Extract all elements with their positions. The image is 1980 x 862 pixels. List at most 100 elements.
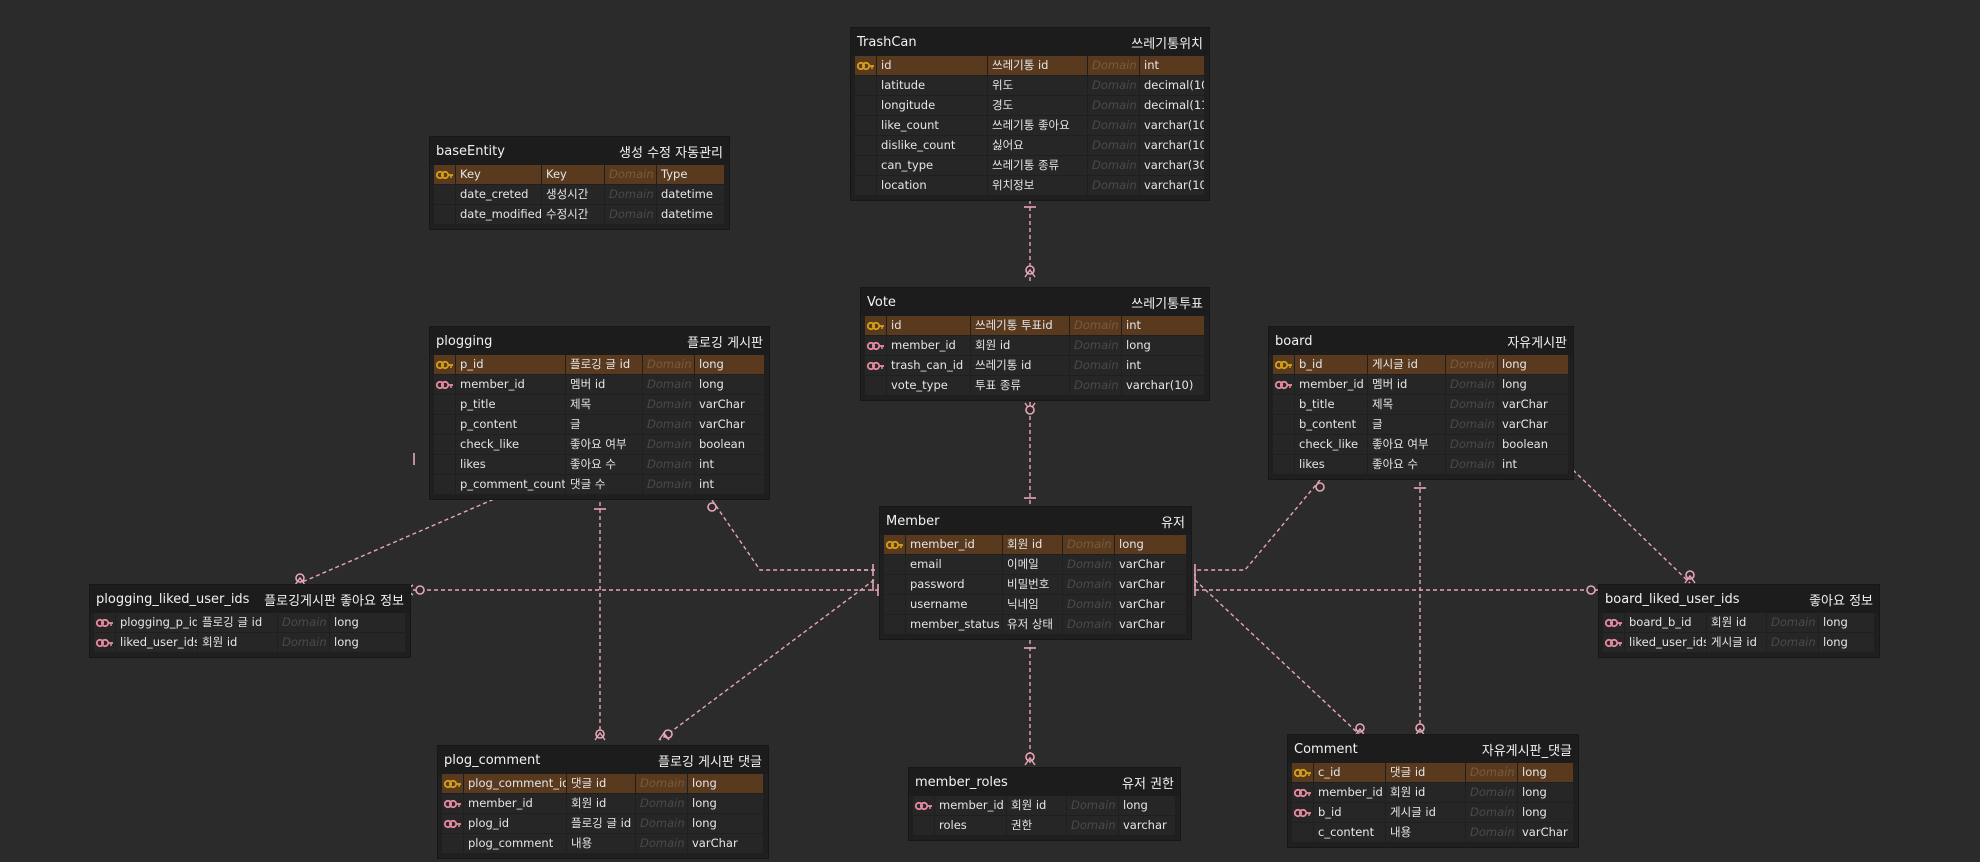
attribute-row[interactable]: p_id 플로깅 글 id Domain long xyxy=(434,355,765,374)
entity-plog-comment[interactable]: plog_comment 플로깅 게시판 댓글 plog_comment_id … xyxy=(438,746,768,858)
attribute-row[interactable]: dislike_count 싫어요 Domain varchar(10) xyxy=(855,136,1205,155)
entity-name: plog_comment xyxy=(444,752,541,768)
attribute-row[interactable]: b_content 글 Domain varChar xyxy=(1273,415,1569,434)
entity-header[interactable]: board_liked_user_ids 좋아요 정보 xyxy=(1599,585,1879,613)
optional-marker xyxy=(1586,585,1596,595)
attribute-row[interactable]: c_content 내용 Domain varChar xyxy=(1292,823,1574,842)
entity-member-roles[interactable]: member_roles 유저 권한 member_id 회원 id Domai… xyxy=(909,768,1180,840)
entity-trashcan[interactable]: TrashCan 쓰레기통위치 id 쓰레기통 id Domain int la… xyxy=(851,28,1209,200)
entity-plogging-liked-user-ids[interactable]: plogging_liked_user_ids 플로깅게시판 좋아요 정보 pl… xyxy=(90,585,410,657)
attribute-row[interactable]: plogging_p_id 플로깅 글 id Domain long xyxy=(94,613,406,632)
attribute-row[interactable]: plog_comment 내용 Domain varChar xyxy=(442,834,764,853)
attribute-logical-name: 쓰레기통 id xyxy=(971,356,1069,375)
attribute-logical-name: 회원 id xyxy=(198,633,277,652)
attribute-row[interactable]: b_title 제목 Domain varChar xyxy=(1273,395,1569,414)
attribute-domain: Domain xyxy=(605,185,656,204)
entity-board[interactable]: board 자유게시판 b_id 게시글 id Domain long memb… xyxy=(1269,327,1573,479)
attribute-row[interactable]: p_comment_count 댓글 수 Domain int xyxy=(434,475,765,494)
attribute-row[interactable]: check_like 좋아요 여부 Domain boolean xyxy=(434,435,765,454)
attribute-row[interactable]: can_type 쓰레기통 종류 Domain varchar(30) xyxy=(855,156,1205,175)
attribute-row[interactable]: vote_type 투표 종류 Domain varchar(10) xyxy=(865,376,1205,395)
key-cell xyxy=(1273,375,1294,394)
attribute-row[interactable]: member_id 회원 id Domain long xyxy=(913,796,1176,815)
entity-name: Vote xyxy=(867,294,896,310)
entity-header[interactable]: member_roles 유저 권한 xyxy=(909,768,1180,796)
attribute-row[interactable]: Key Key Domain Type xyxy=(434,165,725,184)
attribute-row[interactable]: member_status 유저 상태 Domain varChar xyxy=(884,615,1187,634)
entity-name: board xyxy=(1275,333,1313,349)
entity-header[interactable]: plogging_liked_user_ids 플로깅게시판 좋아요 정보 xyxy=(90,585,410,613)
key-cell xyxy=(434,375,455,394)
attribute-domain: Domain xyxy=(1446,355,1497,374)
attribute-row[interactable]: likes 좋아요 수 Domain int xyxy=(1273,455,1569,474)
key-cell xyxy=(884,615,905,634)
entity-member[interactable]: Member 유저 member_id 회원 id Domain long em… xyxy=(880,507,1191,639)
attribute-row[interactable]: latitude 위도 Domain decimal(10, 8) xyxy=(855,76,1205,95)
entity-header[interactable]: Vote 쓰레기통투표 xyxy=(861,288,1209,316)
attribute-row[interactable]: like_count 쓰레기통 좋아요 Domain varchar(10) xyxy=(855,116,1205,135)
entity-header[interactable]: plog_comment 플로깅 게시판 댓글 xyxy=(438,746,768,774)
attribute-row[interactable]: b_id 게시글 id Domain long xyxy=(1292,803,1574,822)
attribute-domain: Domain xyxy=(1063,575,1114,594)
attribute-name: member_id xyxy=(456,375,565,394)
attribute-row[interactable]: p_title 제목 Domain varChar xyxy=(434,395,765,414)
attribute-row[interactable]: member_id 멤버 id Domain long xyxy=(1273,375,1569,394)
attribute-row[interactable]: password 비밀번호 Domain varChar xyxy=(884,575,1187,594)
attribute-row[interactable]: member_id 멤버 id Domain long xyxy=(434,375,765,394)
optional-marker xyxy=(663,729,673,739)
attribute-row[interactable]: date_modified 수정시간 Domain datetime xyxy=(434,205,725,224)
attribute-name: latitude xyxy=(877,76,987,95)
entity-header[interactable]: board 자유게시판 xyxy=(1269,327,1573,355)
key-cell xyxy=(865,356,886,375)
attribute-row[interactable]: plog_comment_id 댓글 id Domain long xyxy=(442,774,764,793)
entity-board-liked-user-ids[interactable]: board_liked_user_ids 좋아요 정보 board_b_id 회… xyxy=(1599,585,1879,657)
attribute-row[interactable]: trash_can_id 쓰레기통 id Domain int xyxy=(865,356,1205,375)
attribute-logical-name: 댓글 id xyxy=(567,774,635,793)
entity-header[interactable]: Comment 자유게시판_댓글 xyxy=(1288,735,1578,763)
entity-comment[interactable]: Comment 자유게시판_댓글 c_id 댓글 id Domain long … xyxy=(1288,735,1578,847)
foreign-key-icon xyxy=(435,380,453,389)
attribute-list: plogging_p_id 플로깅 글 id Domain long liked… xyxy=(90,613,410,657)
attribute-domain: Domain xyxy=(643,395,694,414)
entity-vote[interactable]: Vote 쓰레기통투표 id 쓰레기통 투표id Domain int memb… xyxy=(861,288,1209,400)
entity-header[interactable]: Member 유저 xyxy=(880,507,1191,535)
entity-baseentity[interactable]: baseEntity 생성 수정 자동관리 Key Key Domain Typ… xyxy=(430,137,729,229)
attribute-row[interactable]: username 닉네임 Domain varChar xyxy=(884,595,1187,614)
attribute-row[interactable]: plog_id 플로깅 글 id Domain long xyxy=(442,814,764,833)
attribute-type: varChar xyxy=(695,395,764,414)
key-cell xyxy=(442,834,463,853)
attribute-row[interactable]: member_id 회원 id Domain long xyxy=(884,535,1187,554)
attribute-logical-name: 게시글 id xyxy=(1386,803,1465,822)
attribute-row[interactable]: location 위치정보 Domain varchar(100) xyxy=(855,176,1205,195)
attribute-row[interactable]: liked_user_ids 게시글 id Domain long xyxy=(1603,633,1875,652)
attribute-row[interactable]: member_id 회원 id Domain long xyxy=(865,336,1205,355)
attribute-logical-name: 좋아요 수 xyxy=(566,455,642,474)
attribute-row[interactable]: c_id 댓글 id Domain long xyxy=(1292,763,1574,782)
entity-plogging[interactable]: plogging 플로깅 게시판 p_id 플로깅 글 id Domain lo… xyxy=(430,327,769,499)
attribute-type: varchar(30) xyxy=(1140,156,1204,175)
attribute-row[interactable]: board_b_id 회원 id Domain long xyxy=(1603,613,1875,632)
attribute-row[interactable]: date_creted 생성시간 Domain datetime xyxy=(434,185,725,204)
entity-header[interactable]: plogging 플로깅 게시판 xyxy=(430,327,769,355)
attribute-row[interactable]: member_id 회원 id Domain long xyxy=(442,794,764,813)
attribute-row[interactable]: roles 권한 Domain varchar xyxy=(913,816,1176,835)
attribute-row[interactable]: id 쓰레기통 투표id Domain int xyxy=(865,316,1205,335)
attribute-domain: Domain xyxy=(1466,803,1517,822)
attribute-row[interactable]: p_content 글 Domain varChar xyxy=(434,415,765,434)
attribute-logical-name: 생성시간 xyxy=(542,185,604,204)
attribute-row[interactable]: liked_user_ids 회원 id Domain long xyxy=(94,633,406,652)
attribute-name: check_like xyxy=(1295,435,1367,454)
attribute-row[interactable]: member_id 회원 id Domain long xyxy=(1292,783,1574,802)
attribute-domain: Domain xyxy=(1088,176,1139,195)
entity-comment: 생성 수정 자동관리 xyxy=(619,145,723,161)
entity-header[interactable]: baseEntity 생성 수정 자동관리 xyxy=(430,137,729,165)
attribute-row[interactable]: longitude 경도 Domain decimal(11, 8) xyxy=(855,96,1205,115)
attribute-row[interactable]: email 이메일 Domain varChar xyxy=(884,555,1187,574)
attribute-row[interactable]: check_like 좋아요 여부 Domain boolean xyxy=(1273,435,1569,454)
attribute-domain: Domain xyxy=(1446,415,1497,434)
attribute-row[interactable]: likes 좋아요 수 Domain int xyxy=(434,455,765,474)
attribute-row[interactable]: b_id 게시글 id Domain long xyxy=(1273,355,1569,374)
attribute-row[interactable]: id 쓰레기통 id Domain int xyxy=(855,56,1205,75)
entity-header[interactable]: TrashCan 쓰레기통위치 xyxy=(851,28,1209,56)
attribute-domain: Domain xyxy=(1466,763,1517,782)
